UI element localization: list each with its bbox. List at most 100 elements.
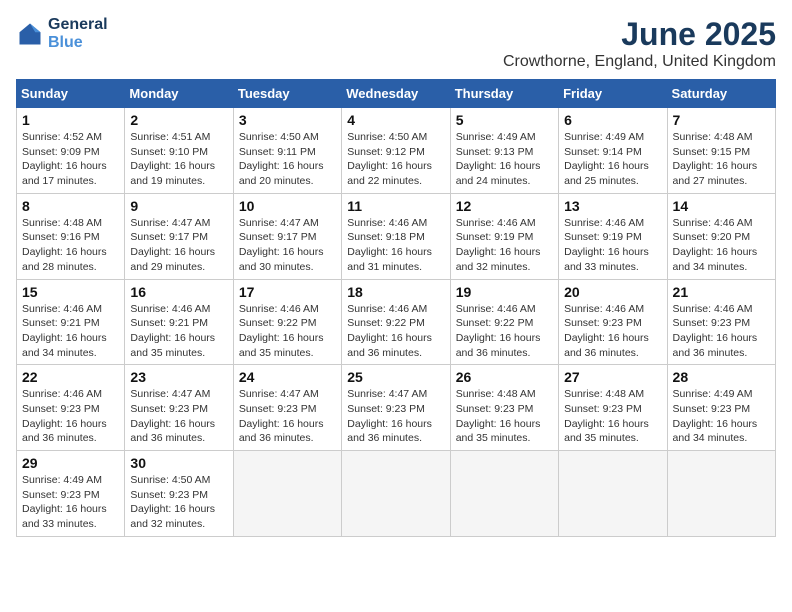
title-area: June 2025 Crowthorne, England, United Ki… [503, 16, 776, 71]
calendar-cell: 17 Sunrise: 4:46 AMSunset: 9:22 PMDayligh… [233, 279, 341, 365]
calendar-cell: 18 Sunrise: 4:46 AMSunset: 9:22 PMDayligh… [342, 279, 450, 365]
calendar-cell: 25 Sunrise: 4:47 AMSunset: 9:23 PMDayligh… [342, 365, 450, 451]
calendar-cell [559, 451, 667, 537]
logo-icon [16, 20, 44, 48]
day-info: Sunrise: 4:49 AMSunset: 9:13 PMDaylight:… [456, 130, 553, 189]
day-number: 17 [239, 284, 336, 300]
day-number: 18 [347, 284, 444, 300]
day-info: Sunrise: 4:47 AMSunset: 9:17 PMDaylight:… [239, 216, 336, 275]
logo: General Blue [16, 16, 108, 52]
weekday-header: Thursday [450, 80, 558, 108]
day-info: Sunrise: 4:48 AMSunset: 9:23 PMDaylight:… [564, 387, 661, 446]
day-number: 11 [347, 198, 444, 214]
weekday-header: Sunday [17, 80, 125, 108]
day-number: 26 [456, 369, 553, 385]
calendar-cell: 29Sunrise: 4:49 AMSunset: 9:23 PMDayligh… [17, 451, 125, 537]
day-info: Sunrise: 4:46 AMSunset: 9:22 PMDaylight:… [239, 302, 336, 361]
day-info: Sunrise: 4:46 AMSunset: 9:21 PMDaylight:… [130, 302, 227, 361]
day-number: 16 [130, 284, 227, 300]
day-number: 24 [239, 369, 336, 385]
day-number: 19 [456, 284, 553, 300]
day-number: 6 [564, 112, 661, 128]
page-header: General Blue June 2025 Crowthorne, Engla… [16, 16, 776, 71]
calendar-cell: 3 Sunrise: 4:50 AMSunset: 9:11 PMDaylight… [233, 108, 341, 194]
day-number: 30 [130, 455, 227, 471]
day-number: 12 [456, 198, 553, 214]
calendar-cell: 1 Sunrise: 4:52 AMSunset: 9:09 PMDaylight… [17, 108, 125, 194]
calendar-cell: 5 Sunrise: 4:49 AMSunset: 9:13 PMDaylight… [450, 108, 558, 194]
calendar-cell: 28 Sunrise: 4:49 AMSunset: 9:23 PMDayligh… [667, 365, 775, 451]
day-number: 23 [130, 369, 227, 385]
day-info: Sunrise: 4:46 AMSunset: 9:23 PMDaylight:… [673, 302, 770, 361]
day-number: 20 [564, 284, 661, 300]
calendar-cell: 21 Sunrise: 4:46 AMSunset: 9:23 PMDayligh… [667, 279, 775, 365]
day-number: 7 [673, 112, 770, 128]
day-number: 13 [564, 198, 661, 214]
logo-text: General Blue [48, 16, 108, 52]
calendar-table: SundayMondayTuesdayWednesdayThursdayFrid… [16, 79, 776, 537]
day-info: Sunrise: 4:51 AMSunset: 9:10 PMDaylight:… [130, 130, 227, 189]
day-info: Sunrise: 4:46 AMSunset: 9:19 PMDaylight:… [456, 216, 553, 275]
day-number: 1 [22, 112, 119, 128]
day-info: Sunrise: 4:47 AMSunset: 9:17 PMDaylight:… [130, 216, 227, 275]
day-number: 25 [347, 369, 444, 385]
weekday-header: Wednesday [342, 80, 450, 108]
calendar-cell: 19Sunrise: 4:46 AMSunset: 9:22 PMDayligh… [450, 279, 558, 365]
calendar-cell: 22Sunrise: 4:46 AMSunset: 9:23 PMDayligh… [17, 365, 125, 451]
day-info: Sunrise: 4:48 AMSunset: 9:23 PMDaylight:… [456, 387, 553, 446]
weekday-header: Friday [559, 80, 667, 108]
day-number: 27 [564, 369, 661, 385]
calendar-cell: 2 Sunrise: 4:51 AMSunset: 9:10 PMDaylight… [125, 108, 233, 194]
weekday-header: Tuesday [233, 80, 341, 108]
calendar-cell: 27 Sunrise: 4:48 AMSunset: 9:23 PMDayligh… [559, 365, 667, 451]
day-number: 21 [673, 284, 770, 300]
calendar-cell [667, 451, 775, 537]
calendar-cell: 16 Sunrise: 4:46 AMSunset: 9:21 PMDayligh… [125, 279, 233, 365]
day-info: Sunrise: 4:46 AMSunset: 9:23 PMDaylight:… [564, 302, 661, 361]
day-number: 14 [673, 198, 770, 214]
day-info: Sunrise: 4:50 AMSunset: 9:11 PMDaylight:… [239, 130, 336, 189]
day-info: Sunrise: 4:46 AMSunset: 9:22 PMDaylight:… [347, 302, 444, 361]
calendar-cell [450, 451, 558, 537]
day-number: 2 [130, 112, 227, 128]
weekday-header: Saturday [667, 80, 775, 108]
calendar-cell: 15 Sunrise: 4:46 AMSunset: 9:21 PMDayligh… [17, 279, 125, 365]
calendar-cell: 12 Sunrise: 4:46 AMSunset: 9:19 PMDayligh… [450, 193, 558, 279]
day-info: Sunrise: 4:49 AMSunset: 9:14 PMDaylight:… [564, 130, 661, 189]
calendar-cell: 4Sunrise: 4:50 AMSunset: 9:12 PMDaylight… [342, 108, 450, 194]
day-info: Sunrise: 4:50 AMSunset: 9:23 PMDaylight:… [130, 473, 227, 532]
day-number: 3 [239, 112, 336, 128]
calendar-cell: 7Sunrise: 4:48 AMSunset: 9:15 PMDaylight… [667, 108, 775, 194]
day-number: 28 [673, 369, 770, 385]
location: Crowthorne, England, United Kingdom [503, 53, 776, 71]
calendar-cell: 26 Sunrise: 4:48 AMSunset: 9:23 PMDayligh… [450, 365, 558, 451]
day-info: Sunrise: 4:47 AMSunset: 9:23 PMDaylight:… [239, 387, 336, 446]
day-number: 8 [22, 198, 119, 214]
calendar-cell: 6 Sunrise: 4:49 AMSunset: 9:14 PMDaylight… [559, 108, 667, 194]
calendar-cell: 23Sunrise: 4:47 AMSunset: 9:23 PMDayligh… [125, 365, 233, 451]
day-info: Sunrise: 4:46 AMSunset: 9:21 PMDaylight:… [22, 302, 119, 361]
day-info: Sunrise: 4:52 AMSunset: 9:09 PMDaylight:… [22, 130, 119, 189]
day-number: 10 [239, 198, 336, 214]
calendar-cell: 14 Sunrise: 4:46 AMSunset: 9:20 PMDayligh… [667, 193, 775, 279]
month-title: June 2025 [503, 16, 776, 53]
day-info: Sunrise: 4:49 AMSunset: 9:23 PMDaylight:… [673, 387, 770, 446]
calendar-cell: 24 Sunrise: 4:47 AMSunset: 9:23 PMDayligh… [233, 365, 341, 451]
calendar-cell: 10 Sunrise: 4:47 AMSunset: 9:17 PMDayligh… [233, 193, 341, 279]
day-number: 4 [347, 112, 444, 128]
calendar-cell: 13 Sunrise: 4:46 AMSunset: 9:19 PMDayligh… [559, 193, 667, 279]
calendar-cell: 20 Sunrise: 4:46 AMSunset: 9:23 PMDayligh… [559, 279, 667, 365]
calendar-cell: 9 Sunrise: 4:47 AMSunset: 9:17 PMDaylight… [125, 193, 233, 279]
calendar-cell [342, 451, 450, 537]
day-info: Sunrise: 4:48 AMSunset: 9:16 PMDaylight:… [22, 216, 119, 275]
calendar-cell: 8 Sunrise: 4:48 AMSunset: 9:16 PMDaylight… [17, 193, 125, 279]
day-info: Sunrise: 4:46 AMSunset: 9:23 PMDaylight:… [22, 387, 119, 446]
day-info: Sunrise: 4:46 AMSunset: 9:20 PMDaylight:… [673, 216, 770, 275]
calendar-cell: 30 Sunrise: 4:50 AMSunset: 9:23 PMDayligh… [125, 451, 233, 537]
day-number: 9 [130, 198, 227, 214]
day-number: 5 [456, 112, 553, 128]
day-number: 15 [22, 284, 119, 300]
calendar-cell [233, 451, 341, 537]
day-info: Sunrise: 4:47 AMSunset: 9:23 PMDaylight:… [347, 387, 444, 446]
day-info: Sunrise: 4:46 AMSunset: 9:19 PMDaylight:… [564, 216, 661, 275]
